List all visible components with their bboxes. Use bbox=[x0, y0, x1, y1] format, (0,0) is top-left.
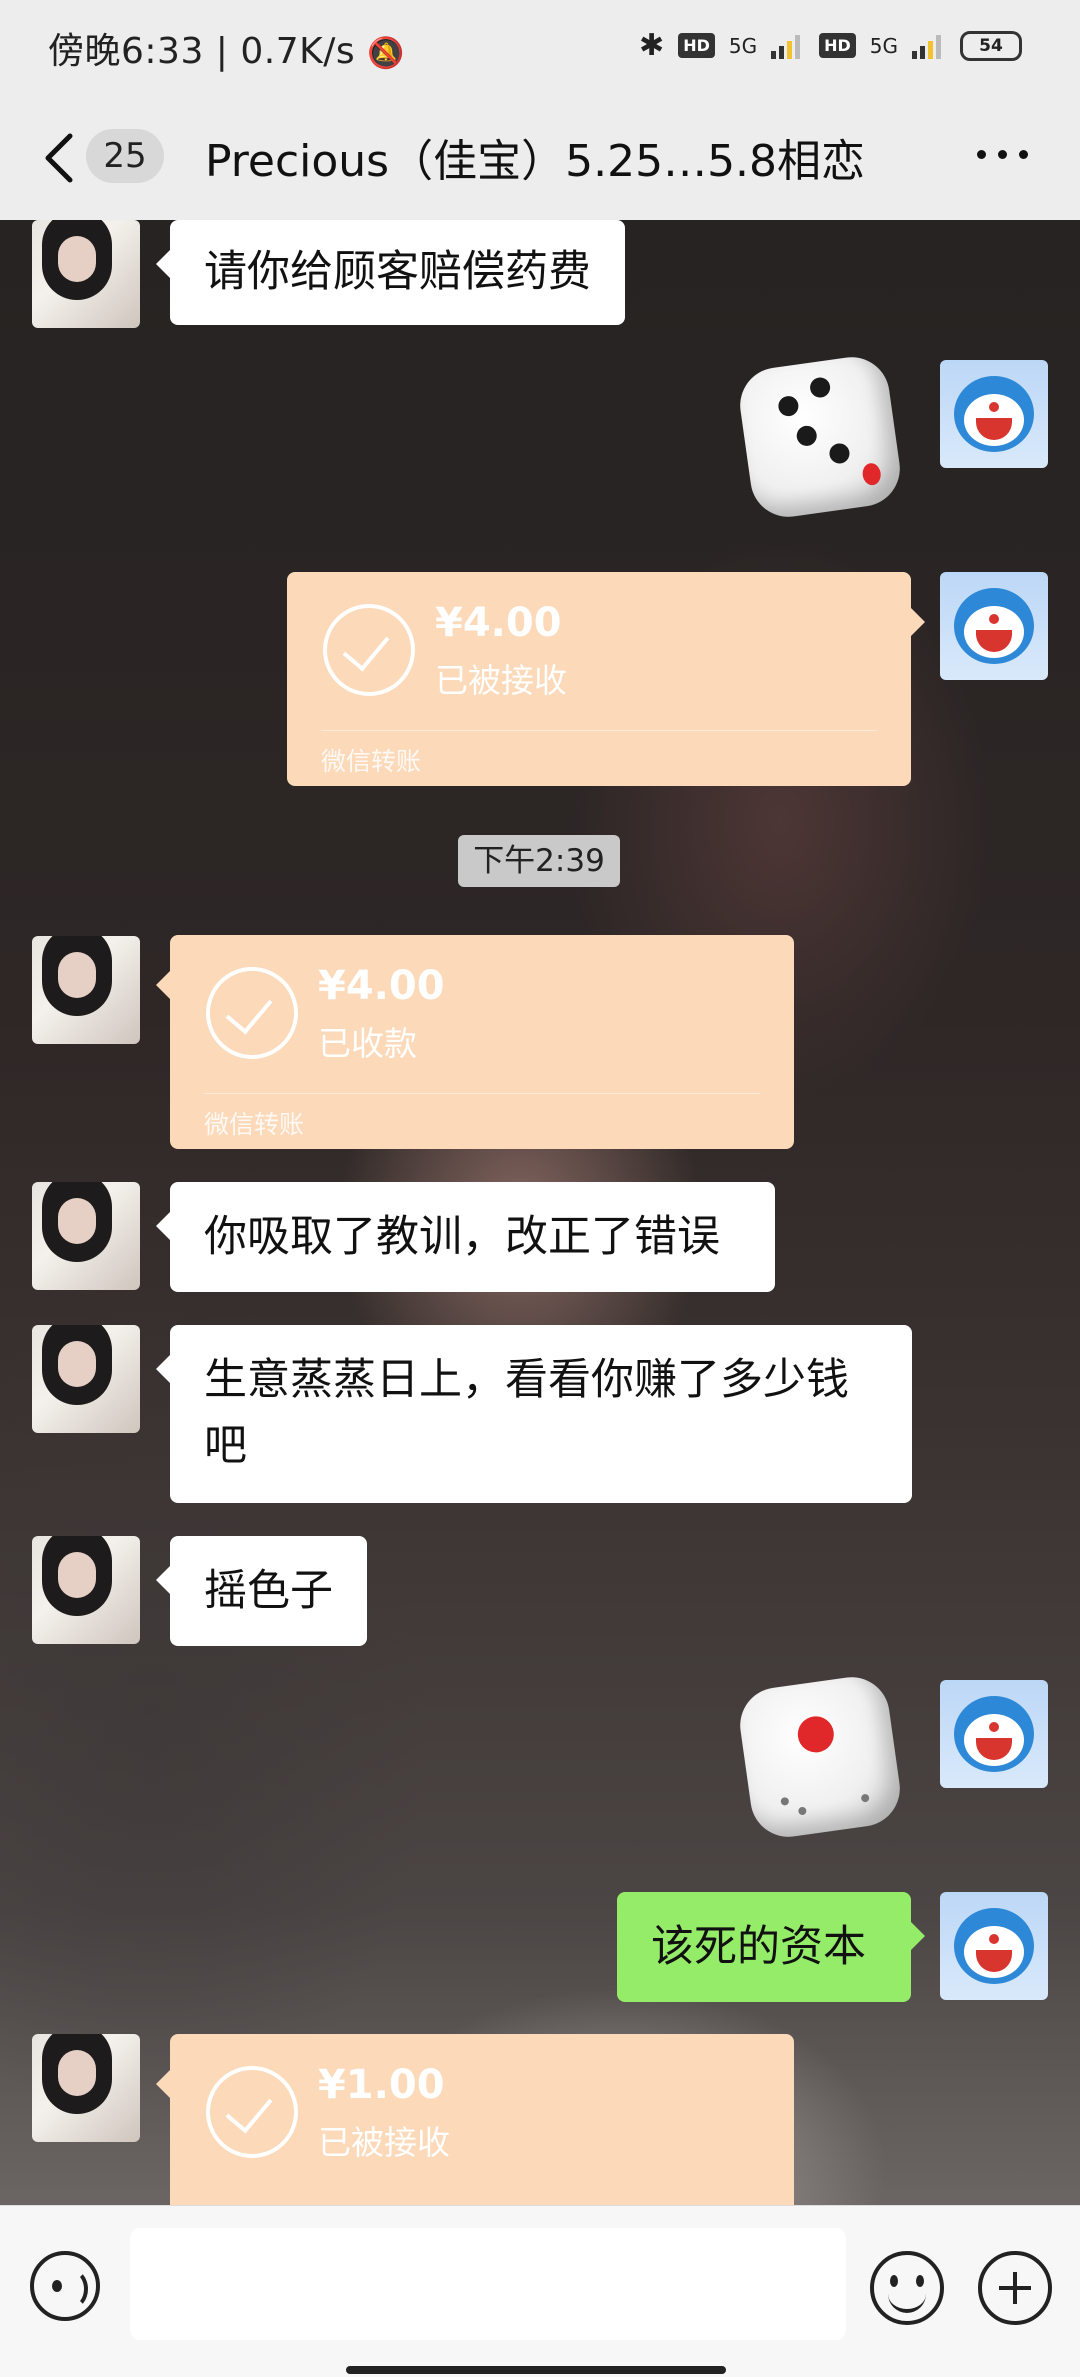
my-avatar[interactable] bbox=[940, 360, 1048, 468]
received-message[interactable]: 生意蒸蒸日上，看看你赚了多少钱 吧 bbox=[156, 1325, 912, 1503]
message-text: 你吸取了教训，改正了错误 bbox=[204, 1212, 720, 1262]
transfer-message-sent[interactable]: ¥4.00 已被接收 微信转账 bbox=[287, 572, 925, 786]
signal-bars-icon-2 bbox=[912, 33, 946, 59]
hd-badge-1: HD bbox=[678, 33, 715, 58]
status-icons: ✱ HD 5G HD 5G 54 bbox=[639, 28, 1022, 63]
chat-message-list[interactable]: 请你给顾客赔偿药费 ¥4.00 已被接收 微信转账 下午2:39 ¥4.00 已… bbox=[0, 220, 1080, 2205]
transfer-status: 已收款 bbox=[318, 1024, 417, 1063]
check-circle-icon bbox=[206, 2066, 298, 2158]
contact-avatar[interactable] bbox=[32, 1536, 140, 1644]
more-options-icon[interactable] bbox=[977, 150, 1028, 159]
status-time-speed: 傍晚6:33 | 0.7K/s 🔕 bbox=[48, 22, 405, 74]
transfer-amount: ¥4.00 bbox=[435, 600, 562, 646]
my-avatar[interactable] bbox=[940, 572, 1048, 680]
transfer-source: 微信转账 bbox=[321, 747, 422, 776]
transfer-amount: ¥1.00 bbox=[318, 2062, 445, 2108]
contact-avatar[interactable] bbox=[32, 1325, 140, 1433]
back-arrow-icon[interactable] bbox=[40, 130, 80, 186]
message-timestamp: 下午2:39 bbox=[458, 835, 620, 887]
transfer-divider bbox=[321, 730, 877, 731]
mute-bell-icon: 🔕 bbox=[367, 36, 405, 71]
network-label-2: 5G bbox=[869, 33, 898, 58]
emoji-icon[interactable] bbox=[870, 2251, 944, 2325]
battery-icon: 54 bbox=[960, 30, 1022, 61]
hd-badge-2: HD bbox=[819, 33, 856, 58]
received-message[interactable]: 请你给顾客赔偿药费 bbox=[156, 220, 625, 325]
chat-header: 25 Precious（佳宝）5.25…5.8相恋 bbox=[0, 95, 1080, 220]
message-text: 请你给顾客赔偿药费 bbox=[204, 247, 591, 297]
message-text: 该死的资本 bbox=[651, 1922, 866, 1972]
dice-sticker-one[interactable] bbox=[735, 1672, 905, 1842]
message-text-line-2: 吧 bbox=[204, 1421, 247, 1471]
more-actions-plus-icon[interactable] bbox=[978, 2251, 1052, 2325]
my-avatar[interactable] bbox=[940, 1680, 1048, 1788]
chat-input-bar bbox=[0, 2205, 1080, 2377]
transfer-message-received[interactable]: ¥1.00 已被接收 bbox=[156, 2034, 794, 2205]
status-time-text: 傍晚6:33 | 0.7K/s bbox=[48, 31, 356, 72]
signal-bars-icon bbox=[771, 33, 805, 59]
contact-avatar[interactable] bbox=[32, 936, 140, 1044]
transfer-divider bbox=[204, 1093, 760, 1094]
transfer-source: 微信转账 bbox=[204, 1110, 305, 1139]
check-circle-icon bbox=[323, 604, 415, 696]
bluetooth-icon: ✱ bbox=[639, 28, 665, 63]
transfer-amount: ¥4.00 bbox=[318, 963, 445, 1009]
message-text-line-1: 生意蒸蒸日上，看看你赚了多少钱 bbox=[204, 1355, 849, 1405]
transfer-status: 已被接收 bbox=[435, 661, 567, 700]
contact-avatar[interactable] bbox=[32, 2034, 140, 2142]
transfer-status: 已被接收 bbox=[318, 2123, 450, 2162]
dice-sticker-four[interactable] bbox=[735, 352, 905, 522]
chat-title: Precious（佳宝）5.25…5.8相恋 bbox=[205, 136, 866, 187]
voice-input-icon[interactable] bbox=[30, 2251, 100, 2321]
contact-avatar[interactable] bbox=[32, 1182, 140, 1290]
message-text: 摇色子 bbox=[204, 1566, 333, 1616]
message-input[interactable] bbox=[130, 2228, 846, 2340]
received-message[interactable]: 摇色子 bbox=[156, 1536, 367, 1646]
transfer-message-received[interactable]: ¥4.00 已收款 微信转账 bbox=[156, 935, 794, 1149]
sent-message[interactable]: 该死的资本 bbox=[617, 1892, 925, 2002]
received-message[interactable]: 你吸取了教训，改正了错误 bbox=[156, 1182, 775, 1292]
my-avatar[interactable] bbox=[940, 1892, 1048, 2000]
home-indicator[interactable] bbox=[346, 2366, 726, 2374]
unread-count-badge[interactable]: 25 bbox=[86, 129, 164, 183]
network-label-1: 5G bbox=[728, 33, 758, 58]
check-circle-icon bbox=[206, 967, 298, 1059]
contact-avatar[interactable] bbox=[32, 220, 140, 328]
status-bar: 傍晚6:33 | 0.7K/s 🔕 ✱ HD 5G HD 5G 54 bbox=[0, 0, 1080, 95]
